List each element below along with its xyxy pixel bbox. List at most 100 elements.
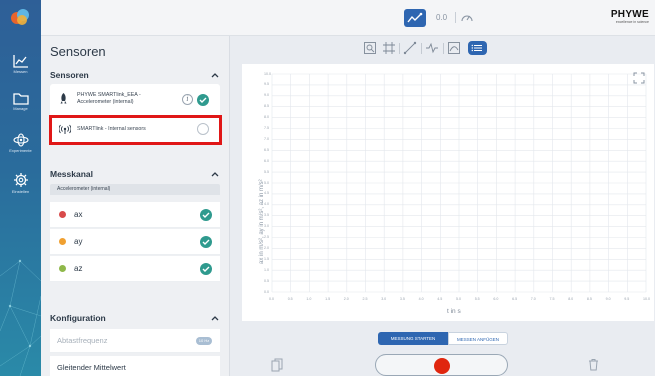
setting-label: Gleitender Mittelwert <box>57 363 126 372</box>
y-tick-label: 9.5 <box>264 82 269 87</box>
decorative-network-graphic <box>0 259 41 376</box>
y-tick-label: 2.5 <box>264 235 269 239</box>
y-tick-label: 6.5 <box>264 147 269 152</box>
tangent-icon[interactable] <box>403 41 417 55</box>
x-tick-label: 6.5 <box>512 297 518 301</box>
top-bar: 0.0 PHYWE excellence in science <box>41 0 655 36</box>
y-tick-label: 7.5 <box>264 126 269 130</box>
nav-item-messen[interactable]: Messen <box>0 54 41 74</box>
x-tick-label: 0.5 <box>287 297 293 301</box>
waveform-icon[interactable] <box>425 41 439 55</box>
plot-area[interactable]: ax in m/s², ay in m/s², az in m/s² t in … <box>242 64 654 321</box>
y-tick-label: 5.0 <box>264 180 269 185</box>
x-tick-label: 3.5 <box>399 297 405 301</box>
brand-tagline: excellence in science <box>615 20 649 24</box>
nav-label-messen: Messen <box>13 69 28 74</box>
toolbar-divider <box>399 43 400 54</box>
x-tick-label: 4.0 <box>418 297 424 301</box>
plot-grid <box>271 73 647 293</box>
x-axis-label: t in s <box>447 308 461 315</box>
x-tick-label: 1.5 <box>325 297 331 301</box>
y-tick-label: 1.0 <box>264 267 269 272</box>
sampling-rate-setting: Abtastfrequenz 10 Hz <box>50 329 220 353</box>
y-tick-label: 3.0 <box>264 224 269 229</box>
y-tick-label: 5.5 <box>264 169 269 174</box>
config-section-header[interactable]: Konfiguration <box>50 313 106 323</box>
y-tick-label: 9.0 <box>264 93 269 98</box>
folder-icon <box>12 93 29 105</box>
x-tick-label: 2.0 <box>343 297 349 301</box>
fullscreen-icon[interactable] <box>633 72 645 84</box>
chevron-up-icon[interactable] <box>211 171 219 177</box>
toolbar-divider <box>443 43 444 54</box>
x-tick-label: 7.5 <box>549 297 555 301</box>
y-tick-label: 4.5 <box>264 191 269 196</box>
record-button[interactable] <box>434 358 450 374</box>
channel-section-header[interactable]: Messkanal <box>50 169 93 179</box>
brand-name: PHYWE <box>610 9 649 20</box>
sensor-name-line1: PHYWE SMARTlink_EEA - <box>77 92 141 98</box>
graph-mode-button[interactable] <box>404 9 426 27</box>
checkmark-icon <box>202 212 210 218</box>
y-tick-label: 10.0 <box>264 71 271 76</box>
numeric-display-value[interactable]: 0.0 <box>436 13 447 22</box>
checkmark-icon <box>202 266 210 272</box>
start-measurement-button[interactable]: MESSUNG STARTEN <box>378 332 448 345</box>
fit-curve-icon[interactable] <box>447 41 461 55</box>
sidebar-title: Sensoren <box>50 44 106 59</box>
gauge-icon[interactable] <box>461 12 473 23</box>
moving-average-setting[interactable]: Gleitender Mittelwert <box>50 356 220 376</box>
chevron-up-icon[interactable] <box>211 72 219 78</box>
sensor-connected-check[interactable] <box>197 94 209 106</box>
append-measurement-button[interactable]: MESSEN ANFÜGEN <box>448 332 508 345</box>
y-tick-label: 8.0 <box>264 115 269 120</box>
y-tick-label: 2.0 <box>264 245 269 250</box>
sensor-item[interactable]: PHYWE SMARTlink_EEA - Accelerometer (int… <box>50 84 220 114</box>
nav-item-experimente[interactable]: Experimente <box>0 133 41 153</box>
channel-color-dot <box>59 211 66 218</box>
x-tick-label: 10.0 <box>643 297 650 301</box>
channel-checkbox[interactable] <box>200 209 212 221</box>
channel-checkbox[interactable] <box>200 263 212 275</box>
main-panel: ax in m/s², ay in m/s², az in m/s² t in … <box>231 36 655 376</box>
chevron-up-icon[interactable] <box>211 315 219 321</box>
sensors-section-header[interactable]: Sensoren <box>50 70 89 80</box>
app-logo-icon[interactable] <box>10 8 31 26</box>
graph-icon <box>407 12 423 23</box>
trash-icon[interactable] <box>588 358 599 371</box>
channel-row-ax[interactable]: ax <box>50 202 220 228</box>
x-tick-label: 9.0 <box>605 297 611 301</box>
atom-icon <box>12 133 29 147</box>
channel-checkbox[interactable] <box>200 236 212 248</box>
rocket-icon <box>60 93 67 104</box>
checkmark-icon <box>199 97 207 103</box>
nav-item-manage[interactable]: Manage <box>0 92 41 111</box>
zoom-region-icon[interactable] <box>363 41 377 55</box>
channel-row-ay[interactable]: ay <box>50 229 220 255</box>
sensor-name: PHYWE SMARTlink_EEA - Accelerometer (int… <box>77 92 141 106</box>
nav-label-einstellen: Einstellen <box>11 189 30 194</box>
setting-label: Abtastfrequenz <box>57 336 108 345</box>
grid-icon[interactable] <box>382 41 396 55</box>
list-view-button[interactable] <box>468 41 487 55</box>
channel-group-header: Accelerometer (internal) <box>50 184 220 195</box>
y-tick-label: 8.5 <box>264 104 269 109</box>
sensor-sidebar: Sensoren Sensoren PHYWE SMARTlink_EEA - … <box>41 36 230 376</box>
x-tick-label: 4.5 <box>437 297 443 301</box>
nav-label-experimente: Experimente <box>9 148 32 153</box>
nav-item-einstellen[interactable]: Einstellen <box>0 172 41 194</box>
info-icon[interactable]: i <box>182 94 193 105</box>
gear-icon <box>13 173 28 187</box>
y-tick-label: 7.0 <box>264 136 269 141</box>
chart-icon <box>12 55 28 68</box>
x-tick-label: 5.0 <box>456 297 461 301</box>
y-tick-label: 6.0 <box>264 158 269 163</box>
x-tick-label: 8.0 <box>568 297 574 301</box>
x-tick-label: 1.0 <box>306 297 312 301</box>
sampling-rate-badge: 10 Hz <box>196 337 212 345</box>
channel-name: az <box>74 264 83 273</box>
x-tick-label: 6.0 <box>493 297 499 301</box>
copy-measurement-icon[interactable] <box>271 358 283 372</box>
channel-name: ax <box>74 210 83 219</box>
channel-row-az[interactable]: az <box>50 256 220 282</box>
